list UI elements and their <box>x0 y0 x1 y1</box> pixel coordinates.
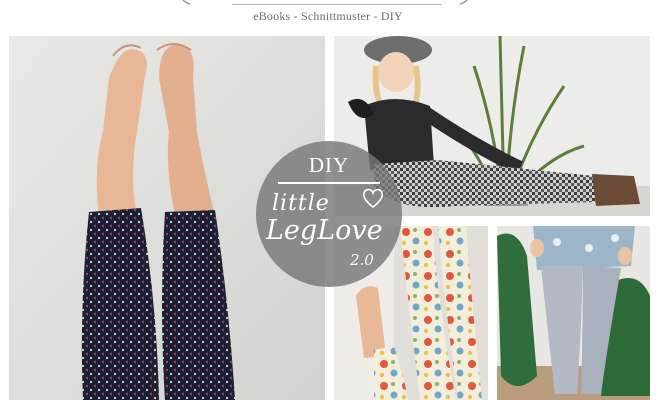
site-tagline: eBooks - Schnittmuster - DIY <box>253 9 403 23</box>
heart-icon <box>362 188 384 209</box>
site-header: eBooks - Schnittmuster - DIY <box>0 0 656 34</box>
badge-title-line2: LegLove <box>266 215 383 246</box>
badge-divider <box>278 182 380 184</box>
header-divider <box>232 4 442 5</box>
photo-jeans-green-toy <box>497 226 650 400</box>
diy-badge: DIY little LegLove 2.0 <box>256 141 402 287</box>
badge-title-line1: little <box>272 191 330 216</box>
badge-version: 2.0 <box>350 251 374 269</box>
header-decoration <box>182 0 468 5</box>
badge-diy-label: DIY <box>308 153 350 177</box>
